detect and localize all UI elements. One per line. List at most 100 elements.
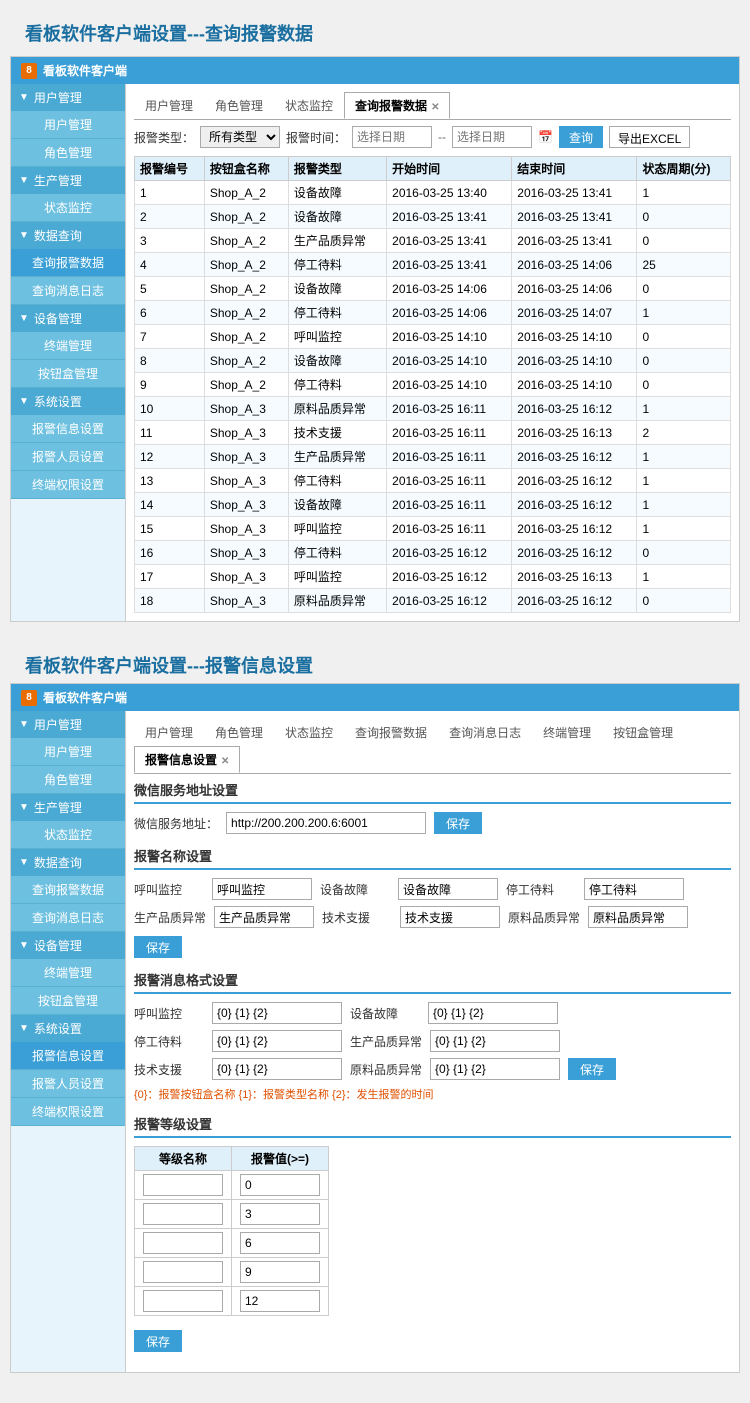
alarm-level-save-btn[interactable]: 保存 [134,1330,182,1352]
sidebar-group-production[interactable]: ▼ 生产管理 [11,167,125,194]
s2-sidebar-item-alarm-info[interactable]: 报警信息设置 [11,1042,125,1070]
wechat-save-btn[interactable]: 保存 [434,812,482,834]
alarm-prod-label: 生产品质异常 [134,909,206,926]
sidebar-group-data[interactable]: ▼ 数据查询 [11,222,125,249]
s2-close-tab-icon[interactable]: ✕ [221,756,229,767]
s2-tab-query-log[interactable]: 查询消息日志 [438,719,532,746]
table-row: 6Shop_A_2停工待料2016-03-25 14:062016-03-25 … [135,301,731,325]
section2-main: 用户管理 角色管理 状态监控 查询报警数据 查询消息日志 终端管理 按钮盒管理 … [126,711,739,1372]
s2-tab-role[interactable]: 角色管理 [204,719,274,746]
fmt-prod-input[interactable] [430,1030,560,1052]
sidebar-group-device[interactable]: ▼ 设备管理 [11,305,125,332]
sidebar-group-system[interactable]: ▼ 系统设置 [11,388,125,415]
level-name-input[interactable] [143,1232,223,1254]
sidebar-item-status-monitor[interactable]: 状态监控 [11,194,125,222]
section1-title-bar: 看板软件客户端设置---查询报警数据 [10,10,740,56]
s2-tab-query-alarm[interactable]: 查询报警数据 [344,719,438,746]
table-row [135,1200,329,1229]
tab-query-alarm[interactable]: 查询报警数据✕ [344,92,450,119]
level-value-input[interactable] [240,1232,320,1254]
sidebar-item-role-manage[interactable]: 角色管理 [11,139,125,167]
alarm-call-input[interactable] [212,878,312,900]
s2-arrow-1: ▼ [19,719,29,730]
level-value-input[interactable] [240,1174,320,1196]
s2-sidebar-group-prod[interactable]: ▼ 生产管理 [11,794,125,821]
sidebar-item-terminal-auth[interactable]: 终端权限设置 [11,471,125,499]
s2-tab-terminal[interactable]: 终端管理 [532,719,602,746]
fmt-device-input[interactable] [428,1002,558,1024]
close-tab-icon[interactable]: ✕ [431,102,439,113]
table-row: 15Shop_A_3呼叫监控2016-03-25 16:112016-03-25… [135,517,731,541]
s2-sidebar-group-data[interactable]: ▼ 数据查询 [11,849,125,876]
fmt-tech-input[interactable] [212,1058,342,1080]
s2-tab-button-box[interactable]: 按钮盒管理 [602,719,684,746]
tab-user-manage[interactable]: 用户管理 [134,92,204,119]
alarm-stop-input[interactable] [584,878,684,900]
table-row [135,1287,329,1316]
level-value-input[interactable] [240,1261,320,1283]
query-button[interactable]: 查询 [559,126,603,148]
fmt-call-label: 呼叫监控 [134,1005,204,1022]
level-value-input[interactable] [240,1290,320,1312]
sidebar-item-terminal[interactable]: 终端管理 [11,332,125,360]
sidebar-item-button-box[interactable]: 按钮盒管理 [11,360,125,388]
col-header-end: 结束时间 [512,157,637,181]
s2-tab-alarm-info[interactable]: 报警信息设置✕ [134,746,240,773]
filter-time-label: 报警时间： [286,129,346,146]
level-name-input[interactable] [143,1261,223,1283]
col-header-id: 报警编号 [135,157,205,181]
level-value-input[interactable] [240,1203,320,1225]
sidebar-group-user[interactable]: ▼ 用户管理 [11,84,125,111]
s2-sidebar-item-button-box[interactable]: 按钮盒管理 [11,987,125,1015]
alarm-tech-input[interactable] [400,906,500,928]
section1-tabs: 用户管理 角色管理 状态监控 查询报警数据✕ [134,92,731,120]
s2-sidebar-group-user[interactable]: ▼ 用户管理 [11,711,125,738]
s2-sidebar-group-system[interactable]: ▼ 系统设置 [11,1015,125,1042]
s2-sidebar-item-terminal[interactable]: 终端管理 [11,959,125,987]
tab-role-manage[interactable]: 角色管理 [204,92,274,119]
s2-sidebar-item-alarm-person[interactable]: 报警人员设置 [11,1070,125,1098]
level-name-input[interactable] [143,1290,223,1312]
section2-header: 8 看板软件客户端 [11,684,739,711]
alarm-prod-input[interactable] [214,906,314,928]
s2-sidebar-item-status[interactable]: 状态监控 [11,821,125,849]
export-button[interactable]: 导出EXCEL [609,126,690,148]
col-header-name: 按钮盒名称 [204,157,288,181]
alarm-material-input[interactable] [588,906,688,928]
wechat-input[interactable] [226,812,426,834]
level-col-name: 等级名称 [135,1147,232,1171]
s2-sidebar-group-device[interactable]: ▼ 设备管理 [11,932,125,959]
sidebar-item-alarm-info[interactable]: 报警信息设置 [11,415,125,443]
alarm-device-input[interactable] [398,878,498,900]
s2-sidebar-item-role[interactable]: 角色管理 [11,766,125,794]
filter-date-from[interactable] [352,126,432,148]
alarm-name-section: 报警名称设置 呼叫监控 设备故障 停工待料 生产品质异常 技术支援 原料品质异常 [134,846,731,958]
s2-sidebar-group-device-label: 设备管理 [34,937,82,954]
level-name-input[interactable] [143,1203,223,1225]
section2-sidebar: ▼ 用户管理 用户管理 角色管理 ▼ 生产管理 状态监控 ▼ 数据查询 查询报警… [11,711,126,1372]
alarm-format-save-btn[interactable]: 保存 [568,1058,616,1080]
filter-type-select[interactable]: 所有类型 [200,126,280,148]
s2-sidebar-item-terminal-auth[interactable]: 终端权限设置 [11,1098,125,1126]
s2-sidebar-item-query-log[interactable]: 查询消息日志 [11,904,125,932]
fmt-material-input[interactable] [430,1058,560,1080]
arrow-icon-5: ▼ [19,396,29,407]
sidebar-item-query-alarm[interactable]: 查询报警数据 [11,249,125,277]
table-row: 11Shop_A_3技术支援2016-03-25 16:112016-03-25… [135,421,731,445]
s2-tab-user[interactable]: 用户管理 [134,719,204,746]
s2-sidebar-item-query-alarm[interactable]: 查询报警数据 [11,876,125,904]
alarm-format-title: 报警消息格式设置 [134,970,731,994]
tab-status-monitor[interactable]: 状态监控 [274,92,344,119]
sidebar-item-alarm-person[interactable]: 报警人员设置 [11,443,125,471]
sidebar-item-query-log[interactable]: 查询消息日志 [11,277,125,305]
s2-tab-status[interactable]: 状态监控 [274,719,344,746]
fmt-stop-input[interactable] [212,1030,342,1052]
alarm-name-save-btn[interactable]: 保存 [134,936,182,958]
section2-header-label: 看板软件客户端 [43,689,127,706]
level-name-input[interactable] [143,1174,223,1196]
fmt-call-input[interactable] [212,1002,342,1024]
filter-date-to[interactable] [452,126,532,148]
s2-sidebar-item-user[interactable]: 用户管理 [11,738,125,766]
sidebar-item-user-manage[interactable]: 用户管理 [11,111,125,139]
page-title-2: 看板软件客户端设置---报警信息设置 [10,642,740,683]
